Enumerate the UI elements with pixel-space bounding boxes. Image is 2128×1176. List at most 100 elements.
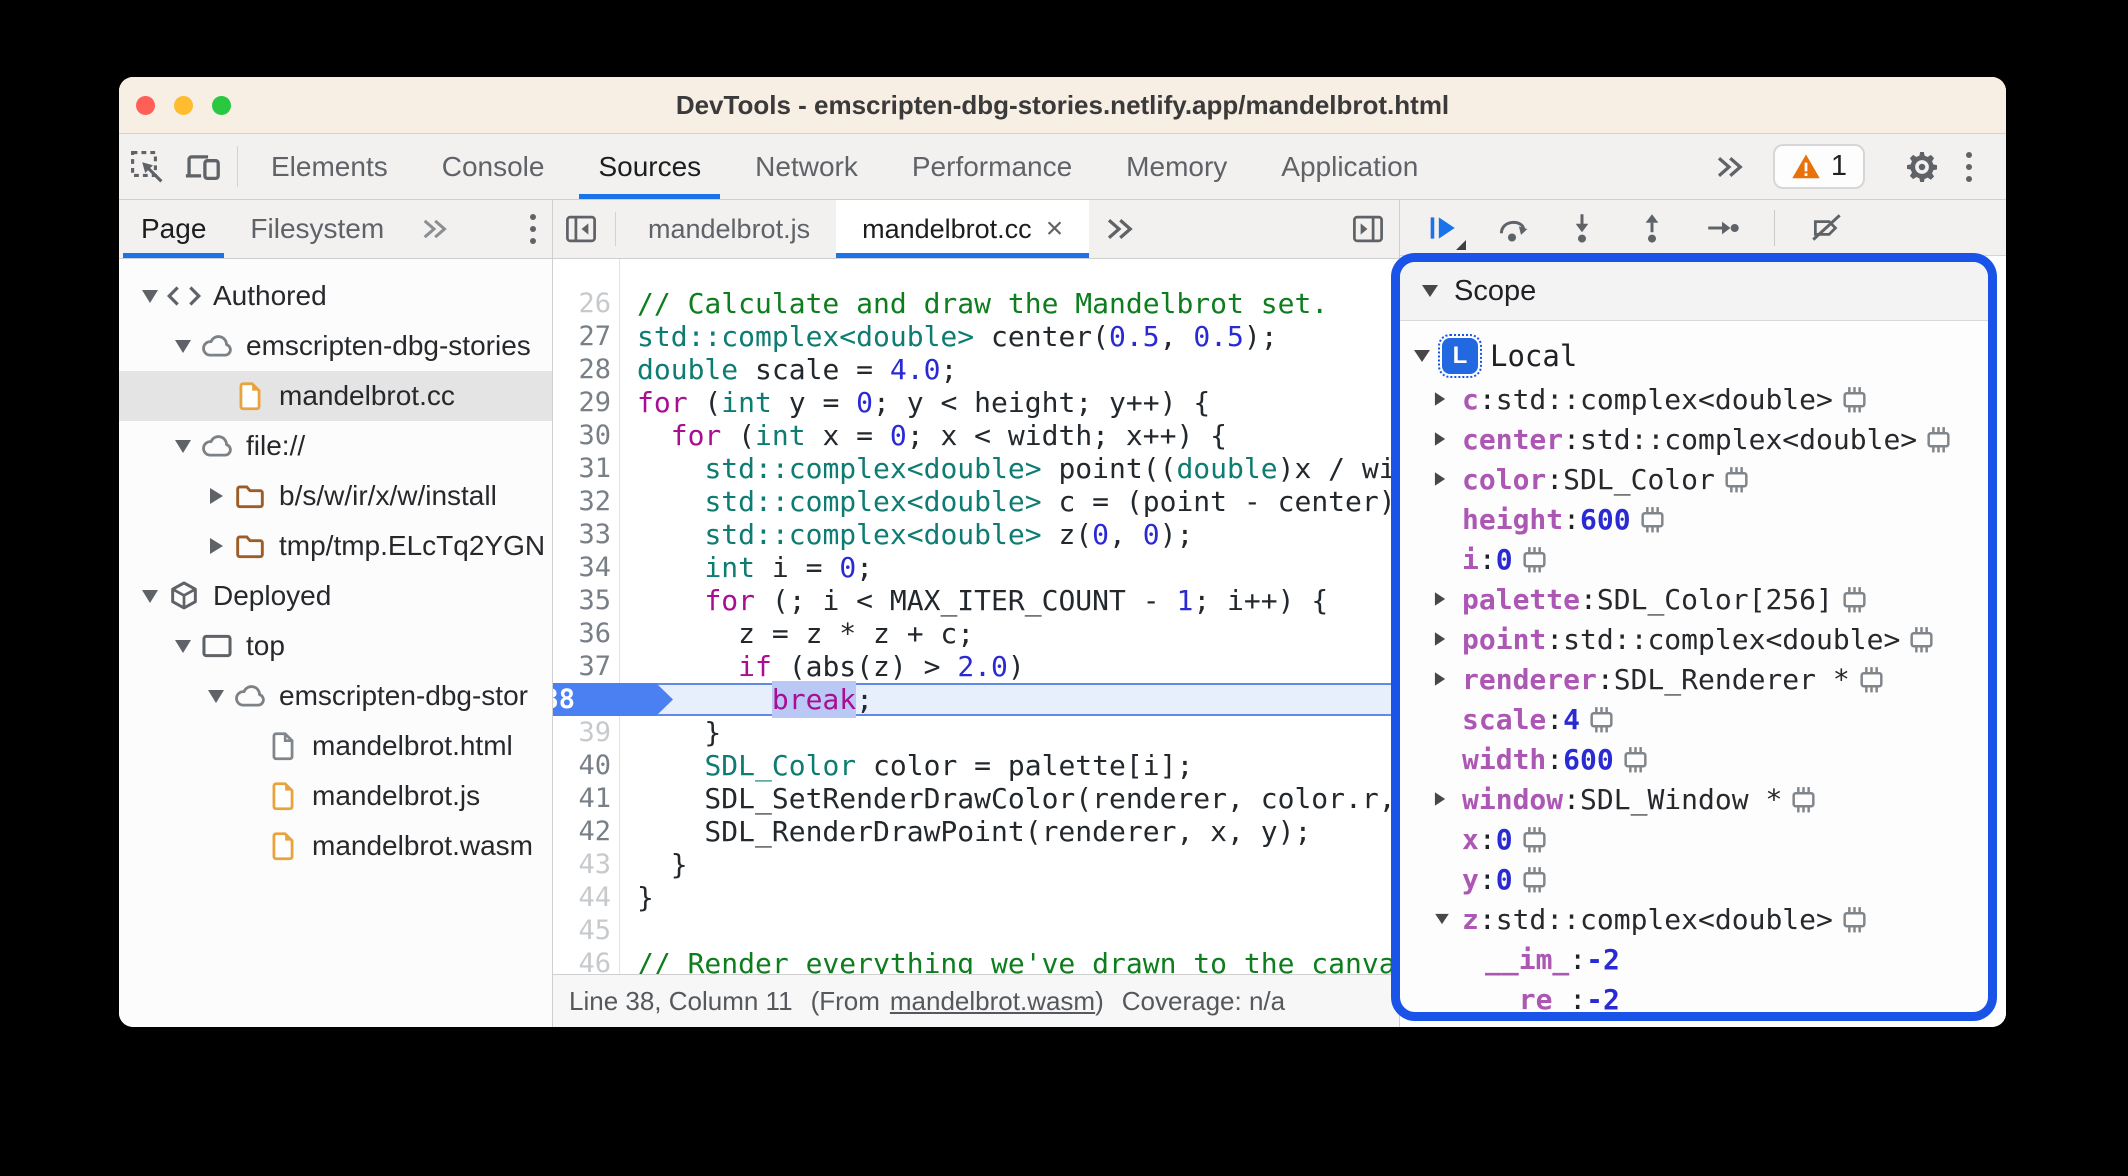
scope-var-palette[interactable]: palette: SDL_Color[256]: [1400, 579, 1988, 619]
memory-inspector-icon[interactable]: [1839, 584, 1870, 615]
tree-item-mandelbrot-html[interactable]: mandelbrot.html: [119, 721, 552, 771]
scope-var-center[interactable]: center: std::complex<double>: [1400, 419, 1988, 459]
line-number[interactable]: 42: [553, 816, 611, 847]
code-text[interactable]: double scale = 4.0;: [611, 353, 957, 386]
step-icon[interactable]: [1704, 210, 1740, 246]
tab-application[interactable]: Application: [1254, 134, 1445, 199]
line-number[interactable]: 31: [553, 453, 611, 484]
line-number[interactable]: 26: [553, 288, 611, 319]
tree-item-top[interactable]: top: [119, 621, 552, 671]
scope-var-window[interactable]: window: SDL_Window *: [1400, 779, 1988, 819]
code-editor[interactable]: 26// Calculate and draw the Mandelbrot s…: [553, 259, 1399, 974]
editor-tab-mandelbrot-js[interactable]: mandelbrot.js: [622, 200, 836, 258]
memory-inspector-icon[interactable]: [1620, 744, 1651, 775]
memory-inspector-icon[interactable]: [1906, 624, 1937, 655]
memory-inspector-icon[interactable]: [1637, 504, 1668, 535]
scope-var-scale[interactable]: scale: 4: [1400, 699, 1988, 739]
scope-var-height[interactable]: height: 600: [1400, 499, 1988, 539]
tab-sources[interactable]: Sources: [571, 134, 728, 199]
close-window-button[interactable]: [136, 95, 155, 115]
expanded-arrow-icon[interactable]: [168, 339, 198, 353]
tree-item-mandelbrot-js[interactable]: mandelbrot.js: [119, 771, 552, 821]
more-tabs-icon[interactable]: [1701, 152, 1757, 182]
step-over-icon[interactable]: [1494, 210, 1530, 246]
scope-var-re[interactable]: __re_: -2: [1400, 979, 1988, 1013]
collapse-left-panel-icon[interactable]: [553, 200, 609, 258]
device-toolbar-icon[interactable]: [175, 134, 231, 199]
show-right-panel-icon[interactable]: [1337, 200, 1399, 258]
tree-item-emscripten-dbg-stor[interactable]: emscripten-dbg-stor: [119, 671, 552, 721]
navigator-kebab-icon[interactable]: [514, 214, 552, 244]
expanded-arrow-icon[interactable]: [168, 639, 198, 653]
collapsed-arrow-icon[interactable]: [201, 488, 231, 504]
memory-inspector-icon[interactable]: [1788, 784, 1819, 815]
scope-var-width[interactable]: width: 600: [1400, 739, 1988, 779]
memory-inspector-icon[interactable]: [1519, 824, 1550, 855]
code-text[interactable]: z = z * z + c;: [611, 617, 974, 650]
scope-var-c[interactable]: c: std::complex<double>: [1400, 379, 1988, 419]
scope-var-renderer[interactable]: renderer: SDL_Renderer *: [1400, 659, 1988, 699]
memory-inspector-icon[interactable]: [1839, 904, 1870, 935]
collapsed-arrow-icon[interactable]: [1434, 591, 1462, 607]
tree-item-authored[interactable]: Authored: [119, 271, 552, 321]
scope-var-point[interactable]: point: std::complex<double>: [1400, 619, 1988, 659]
line-number[interactable]: 41: [553, 783, 611, 814]
scope-section-header[interactable]: Scope: [1400, 262, 1988, 321]
memory-inspector-icon[interactable]: [1519, 864, 1550, 895]
tree-item-b-s-w-ir-x-w-install[interactable]: b/s/w/ir/x/w/install: [119, 471, 552, 521]
code-text[interactable]: for (int x = 0; x < width; x++) {: [611, 419, 1227, 452]
line-number[interactable]: 32: [553, 486, 611, 517]
line-number[interactable]: 36: [553, 618, 611, 649]
expanded-arrow-icon[interactable]: [201, 689, 231, 703]
scope-var-y[interactable]: y: 0: [1400, 859, 1988, 899]
line-number[interactable]: 43: [553, 849, 611, 880]
memory-inspector-icon[interactable]: [1586, 704, 1617, 735]
line-number[interactable]: 28: [553, 354, 611, 385]
tab-performance[interactable]: Performance: [885, 134, 1099, 199]
line-number[interactable]: 33: [553, 519, 611, 550]
line-number[interactable]: 27: [553, 321, 611, 352]
collapsed-arrow-icon[interactable]: [1434, 431, 1462, 447]
code-text[interactable]: for (; i < MAX_ITER_COUNT - 1; i++) {: [611, 584, 1328, 617]
scope-var-z[interactable]: z: std::complex<double>: [1400, 899, 1988, 939]
origin-file-link[interactable]: mandelbrot.wasm: [890, 986, 1095, 1017]
code-text[interactable]: // Render everything we've drawn to the …: [611, 947, 1399, 974]
minimize-window-button[interactable]: [174, 95, 193, 115]
line-number[interactable]: 37: [553, 651, 611, 682]
memory-inspector-icon[interactable]: [1839, 384, 1870, 415]
settings-gear-icon[interactable]: [1894, 147, 1950, 187]
line-number[interactable]: 39: [553, 717, 611, 748]
scope-var-i[interactable]: i: 0: [1400, 539, 1988, 579]
expanded-arrow-icon[interactable]: [135, 589, 165, 603]
step-into-icon[interactable]: [1564, 210, 1600, 246]
expanded-arrow-icon[interactable]: [1434, 913, 1462, 925]
code-text[interactable]: SDL_Color color = palette[i];: [611, 749, 1193, 782]
tab-page[interactable]: Page: [119, 200, 228, 258]
step-out-icon[interactable]: [1634, 210, 1670, 246]
code-text[interactable]: }: [611, 881, 654, 914]
code-text[interactable]: std::complex<double> z(0, 0);: [611, 518, 1193, 551]
expanded-arrow-icon[interactable]: [135, 289, 165, 303]
tab-elements[interactable]: Elements: [244, 134, 415, 199]
more-editor-tabs-icon[interactable]: [1089, 200, 1149, 258]
memory-inspector-icon[interactable]: [1923, 424, 1954, 455]
collapsed-arrow-icon[interactable]: [1434, 791, 1462, 807]
code-text[interactable]: }: [611, 716, 721, 749]
tree-item-emscripten-dbg-stories[interactable]: emscripten-dbg-stories: [119, 321, 552, 371]
inspect-icon[interactable]: [119, 134, 175, 199]
line-number[interactable]: 40: [553, 750, 611, 781]
zoom-window-button[interactable]: [212, 95, 231, 115]
warning-badge[interactable]: 1: [1772, 144, 1865, 189]
line-number[interactable]: 29: [553, 387, 611, 418]
kebab-menu-icon[interactable]: [1950, 151, 1988, 182]
memory-inspector-icon[interactable]: [1721, 464, 1752, 495]
scope-var-im[interactable]: __im_: -2: [1400, 939, 1988, 979]
collapsed-arrow-icon[interactable]: [1434, 631, 1462, 647]
code-text[interactable]: }: [611, 848, 688, 881]
resume-icon[interactable]: [1424, 210, 1466, 250]
scope-local-section[interactable]: L Local: [1400, 333, 1988, 379]
expanded-arrow-icon[interactable]: [168, 439, 198, 453]
code-text[interactable]: // Calculate and draw the Mandelbrot set…: [611, 287, 1328, 320]
tab-filesystem[interactable]: Filesystem: [228, 200, 406, 258]
code-text[interactable]: if (abs(z) > 2.0): [611, 650, 1025, 683]
